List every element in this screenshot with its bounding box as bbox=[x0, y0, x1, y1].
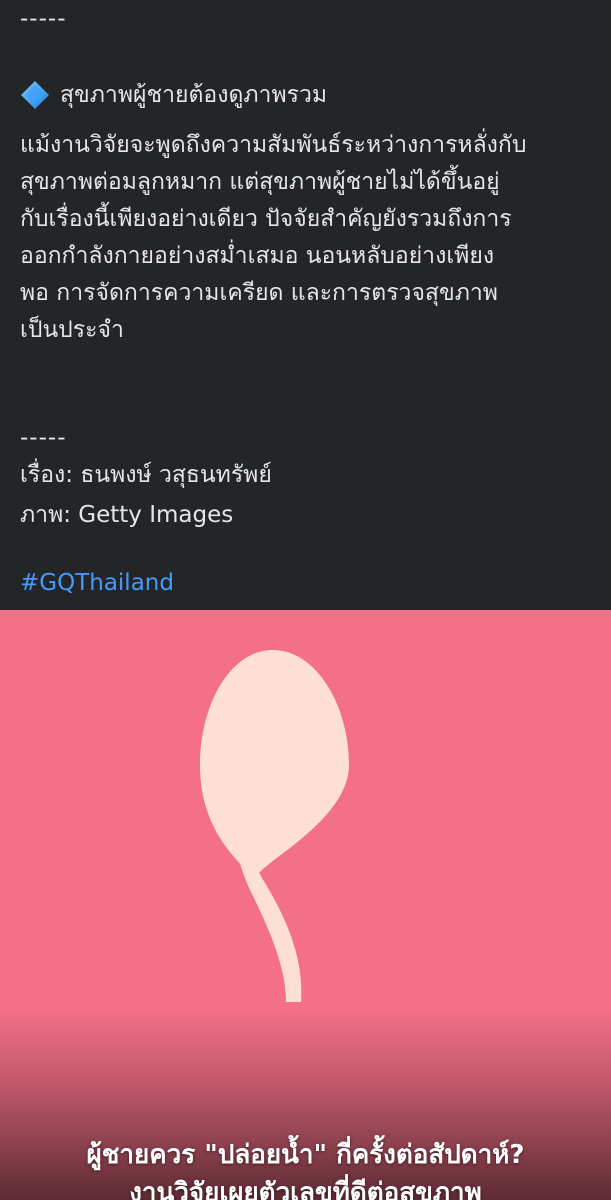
caption-line-2: งานวิจัยเผยตัวเลขที่ดีต่อสุขภาพ bbox=[129, 1178, 482, 1200]
post-text-body: ----- สุขภาพผู้ชายต้องดูภาพรวม แม้งานวิจ… bbox=[0, 0, 611, 610]
paragraph-line: กับเรื่องนี้เพียงอย่างเดียว ปัจจัยสำคัญย… bbox=[20, 206, 512, 232]
separator-bottom: ----- bbox=[20, 425, 67, 451]
section-heading-text: สุขภาพผู้ชายต้องดูภาพรวม bbox=[60, 82, 328, 108]
caption-line-1: ผู้ชายควร "ปล่อยน้ำ" กี่ครั้งต่อสัปดาห์? bbox=[86, 1140, 525, 1170]
section-heading: สุขภาพผู้ชายต้องดูภาพรวม bbox=[20, 80, 327, 110]
author-credit: เรื่อง: ธนพงษ์ วสุธนทรัพย์ bbox=[20, 462, 272, 488]
paragraph-line: สุขภาพต่อมลูกหมาก แต่สุขภาพผู้ชายไม่ได้ข… bbox=[20, 169, 500, 195]
paragraph-line: เป็นประจำ bbox=[20, 317, 124, 343]
paragraph-line: ออกกำลังกายอย่างสม่ำเสมอ นอนหลับอย่างเพี… bbox=[20, 243, 495, 269]
post-image-card[interactable]: ผู้ชายควร "ปล่อยน้ำ" กี่ครั้งต่อสัปดาห์?… bbox=[0, 610, 611, 1200]
paragraph-line: พอ การจัดการความเครียด และการตรวจสุขภาพ bbox=[20, 280, 498, 306]
separator-top: ----- bbox=[20, 6, 67, 32]
hashtag-link[interactable]: #GQThailand bbox=[20, 568, 174, 598]
blue-diamond-icon bbox=[20, 80, 50, 110]
paragraph-line: แม้งานวิจัยจะพูดถึงความสัมพันธ์ระหว่างกา… bbox=[20, 132, 527, 158]
photo-credit: ภาพ: Getty Images bbox=[20, 502, 234, 528]
sperm-head bbox=[200, 650, 349, 872]
